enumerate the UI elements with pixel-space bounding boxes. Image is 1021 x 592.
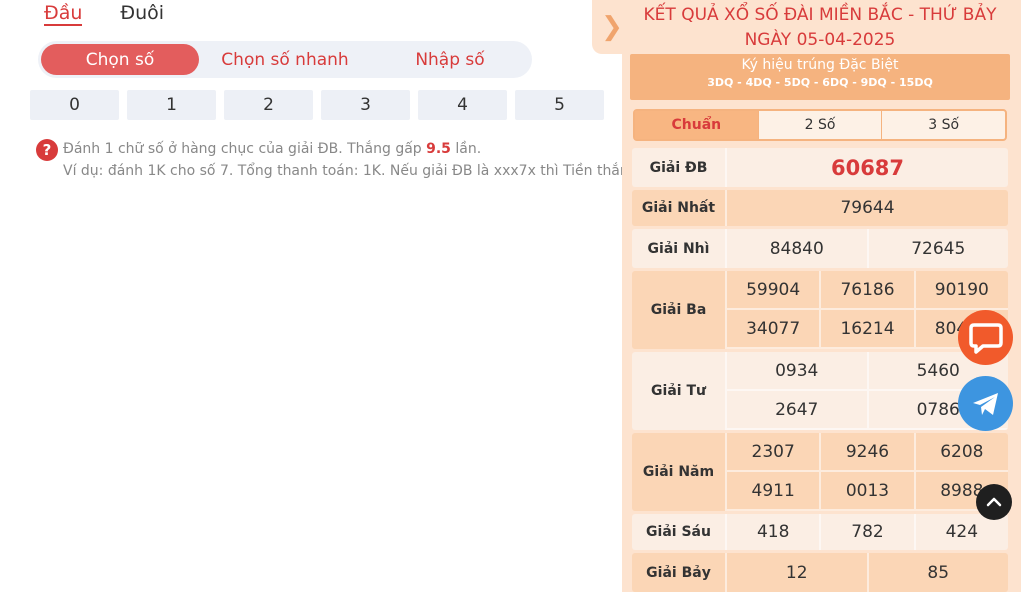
prize-number: 59904 bbox=[725, 271, 820, 310]
prize-number: 72645 bbox=[866, 229, 1008, 268]
digit-button-3[interactable]: 3 bbox=[321, 90, 410, 120]
tab-chon-so-nhanh[interactable]: Chọn số nhanh bbox=[199, 44, 371, 75]
digit-button-5[interactable]: 5 bbox=[515, 90, 604, 120]
prize-number: 4911 bbox=[725, 472, 820, 511]
result-panel: KẾT QUẢ XỔ SỐ ĐÀI MIỀN BẮC - THỨ BẢY NGÀ… bbox=[622, 0, 1021, 592]
tab-dau[interactable]: Đầu bbox=[44, 0, 83, 26]
special-code-box: Ký hiệu trúng Đặc Biệt 3DQ - 4DQ - 5DQ -… bbox=[630, 54, 1010, 100]
results-table: Giải ĐB 60687 Giải Nhất 79644 Giải Nhì 8… bbox=[632, 148, 1008, 592]
bet-type-tabs: Đầu Đuôi bbox=[44, 0, 164, 28]
telegram-icon bbox=[972, 392, 998, 415]
tab-chuan[interactable]: Chuẩn bbox=[635, 111, 759, 139]
prize-number: 76186 bbox=[819, 271, 914, 310]
prize-number: 60687 bbox=[725, 148, 1008, 187]
panel-toggle-button[interactable]: ❯ bbox=[592, 0, 632, 54]
prize-number: 84840 bbox=[725, 229, 867, 268]
digit-button-4[interactable]: 4 bbox=[418, 90, 507, 120]
prize-row-bay: Giải Bảy 12 85 bbox=[632, 553, 1008, 592]
panel-title-line1: KẾT QUẢ XỔ SỐ ĐÀI MIỀN BẮC - THỨ BẢY bbox=[643, 5, 997, 25]
special-code-label: Ký hiệu trúng Đặc Biệt bbox=[741, 57, 899, 73]
chat-button[interactable] bbox=[958, 310, 1013, 365]
hint-text: Đánh 1 chữ số ở hàng chục của giải ĐB. T… bbox=[63, 138, 642, 182]
panel-title: KẾT QUẢ XỔ SỐ ĐÀI MIỀN BẮC - THỨ BẢY NGÀ… bbox=[632, 3, 1008, 53]
prize-number: 2307 bbox=[725, 433, 820, 472]
tab-nhap-so[interactable]: Nhập số bbox=[371, 44, 529, 75]
prize-number: 418 bbox=[725, 514, 820, 550]
prize-label: Giải ĐB bbox=[632, 148, 725, 187]
tab-2-so[interactable]: 2 Số bbox=[759, 111, 883, 139]
prize-row-nhat: Giải Nhất 79644 bbox=[632, 190, 1008, 226]
view-tabs: Chuẩn 2 Số 3 Số bbox=[633, 109, 1007, 141]
special-code-list: 3DQ - 4DQ - 5DQ - 6DQ - 9DQ - 15DQ bbox=[707, 76, 933, 89]
prize-label: Giải Sáu bbox=[632, 514, 725, 550]
prize-row-db: Giải ĐB 60687 bbox=[632, 148, 1008, 187]
hint-line1-suffix: lần. bbox=[455, 141, 482, 157]
prize-row-nam: Giải Năm 2307 9246 6208 4911 0013 8988 bbox=[632, 433, 1008, 511]
prize-row-tu: Giải Tư 0934 5460 2647 0786 bbox=[632, 352, 1008, 430]
chevron-right-icon: ❯ bbox=[601, 12, 623, 42]
digit-button-2[interactable]: 2 bbox=[224, 90, 313, 120]
prize-number: 85 bbox=[866, 553, 1008, 592]
chat-bubble-icon bbox=[968, 322, 1003, 354]
digit-button-1[interactable]: 1 bbox=[127, 90, 216, 120]
panel-title-line2: NGÀY 05-04-2025 bbox=[744, 30, 896, 50]
tab-duoi[interactable]: Đuôi bbox=[120, 0, 164, 28]
page: Đầu Đuôi Chọn số Chọn số nhanh Nhập số 0… bbox=[0, 0, 1021, 592]
prize-number: 12 bbox=[725, 553, 867, 592]
prize-number: 2647 bbox=[725, 391, 867, 430]
prize-number: 782 bbox=[819, 514, 914, 550]
prize-label: Giải Nhì bbox=[632, 229, 725, 268]
prize-label: Giải Ba bbox=[632, 271, 725, 349]
telegram-button[interactable] bbox=[958, 376, 1013, 431]
prize-number: 0013 bbox=[819, 472, 914, 511]
prize-label: Giải Năm bbox=[632, 433, 725, 511]
digit-button-0[interactable]: 0 bbox=[30, 90, 119, 120]
hint-line2: Ví dụ: đánh 1K cho số 7. Tổng thanh toán… bbox=[63, 163, 643, 179]
digit-selector: 0 1 2 3 4 5 bbox=[30, 90, 604, 120]
hint-multiplier: 9.5 bbox=[426, 141, 451, 157]
tab-chon-so[interactable]: Chọn số bbox=[41, 44, 199, 75]
hint-line1-prefix: Đánh 1 chữ số ở hàng chục của giải ĐB. T… bbox=[63, 141, 422, 157]
prize-row-nhi: Giải Nhì 84840 72645 bbox=[632, 229, 1008, 268]
chevron-up-icon bbox=[986, 497, 1002, 507]
scroll-top-button[interactable] bbox=[976, 484, 1012, 520]
prize-number: 6208 bbox=[913, 433, 1008, 472]
prize-number: 34077 bbox=[725, 310, 820, 349]
prize-label: Giải Nhất bbox=[632, 190, 725, 226]
prize-label: Giải Tư bbox=[632, 352, 725, 430]
prize-row-sau: Giải Sáu 418 782 424 bbox=[632, 514, 1008, 550]
prize-label: Giải Bảy bbox=[632, 553, 725, 592]
prize-number: 16214 bbox=[819, 310, 914, 349]
tab-3-so[interactable]: 3 Số bbox=[882, 111, 1005, 139]
question-icon: ? bbox=[36, 139, 58, 161]
prize-number: 79644 bbox=[725, 190, 1008, 226]
prize-row-ba: Giải Ba 59904 76186 90190 34077 16214 80… bbox=[632, 271, 1008, 349]
prize-number: 9246 bbox=[819, 433, 914, 472]
prize-number: 0934 bbox=[725, 352, 867, 391]
prize-number: 90190 bbox=[913, 271, 1008, 310]
mode-tabs: Chọn số Chọn số nhanh Nhập số bbox=[38, 41, 532, 78]
